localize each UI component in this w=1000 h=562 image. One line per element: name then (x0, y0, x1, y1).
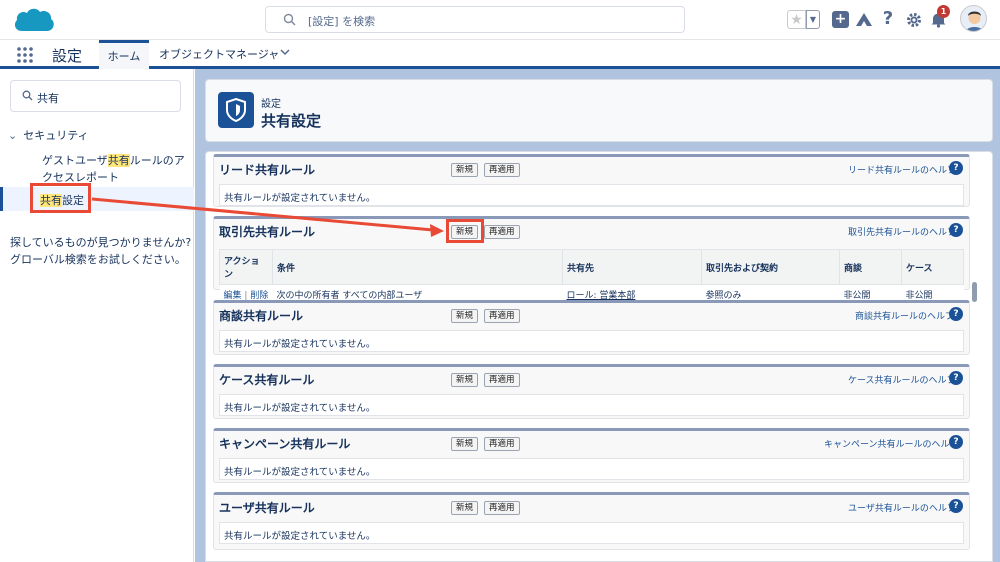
section-lead-sharing-rules: リード共有ルール 新規 再適用 リード共有ルールのヘルプ ? 共有ルールが設定さ… (213, 154, 970, 207)
section-opportunity-sharing-rules: 商談共有ルール 新規 再適用 商談共有ルールのヘルプ ? 共有ルールが設定されて… (213, 300, 970, 355)
quick-find-value: 共有 (37, 92, 59, 105)
section-title: キャンペーン共有ルール (219, 437, 351, 451)
favorites-star-icon[interactable]: ★ (787, 10, 806, 29)
reapply-button[interactable]: 再適用 (484, 437, 520, 451)
search-match-highlight: 共有 (107, 154, 130, 167)
column-header: 共有先 (562, 249, 702, 285)
search-icon (22, 90, 33, 101)
section-title: 取引先共有ルール (219, 225, 316, 239)
reapply-button[interactable]: 再適用 (484, 373, 520, 387)
chevron-down-icon: ⌄ (8, 129, 18, 142)
help-question-icon[interactable]: ? (949, 371, 963, 385)
help-question-icon[interactable]: ? (949, 161, 963, 175)
empty-message: 共有ルールが設定されていません。 (219, 330, 964, 352)
section-help-link[interactable]: キャンペーン共有ルールのヘルプ (824, 437, 959, 450)
new-button[interactable]: 新規 (451, 501, 479, 515)
setup-gear-icon[interactable] (906, 12, 922, 28)
salesforce-logo[interactable] (12, 5, 56, 35)
annotation-highlight-box (30, 183, 91, 213)
new-button[interactable]: 新規 (451, 373, 479, 387)
tab-object-manager[interactable]: オブジェクトマネージャ (159, 46, 279, 62)
table-header-row: アクション 条件 共有先 取引先および契約 商談 ケース (219, 249, 964, 285)
app-name: 設定 (52, 47, 83, 65)
help-text-line: 探しているものが見つかりませんか? (10, 236, 192, 249)
app-navigation-bar: 設定 ホーム オブジェクトマネージャ (0, 40, 1000, 69)
column-header: 条件 (272, 249, 563, 285)
tab-home[interactable]: ホーム (99, 40, 149, 69)
favorites-dropdown-icon[interactable]: ▼ (806, 10, 820, 29)
column-header: 取引先および契約 (701, 249, 840, 285)
global-header: [設定] を検索 ★ ▼ + ? 1 (0, 0, 1000, 40)
notification-badge: 1 (937, 5, 950, 18)
help-question-icon[interactable]: ? (949, 435, 963, 449)
annotation-highlight-box (446, 219, 484, 243)
section-help-link[interactable]: 取引先共有ルールのヘルプ (848, 225, 956, 238)
section-help-link[interactable]: ユーザ共有ルールのヘルプ (848, 501, 956, 514)
scrollbar-thumb[interactable] (972, 282, 977, 302)
section-account-sharing-rules: 取引先共有ルール 新規 再適用 取引先共有ルールのヘルプ ? アクション 条件 … (213, 216, 970, 305)
column-header: ケース (901, 249, 964, 285)
empty-message: 共有ルールが設定されていません。 (219, 458, 964, 480)
global-search-input[interactable]: [設定] を検索 (265, 6, 685, 33)
help-question-icon[interactable]: ? (949, 223, 963, 237)
breadcrumb[interactable]: 設定 (261, 95, 281, 110)
help-text-line: グローバル検索をお試しください。 (10, 253, 186, 266)
avatar-face-icon (965, 11, 984, 31)
reapply-button[interactable]: 再適用 (484, 309, 520, 323)
section-campaign-sharing-rules: キャンペーン共有ルール 新規 再適用 キャンペーン共有ルールのヘルプ ? 共有ル… (213, 428, 970, 483)
section-title: 商談共有ルール (219, 309, 304, 323)
help-icon[interactable]: ? (881, 8, 895, 29)
app-launcher-waffle-icon[interactable] (16, 46, 34, 64)
new-button[interactable]: 新規 (451, 437, 479, 451)
reapply-button[interactable]: 再適用 (484, 225, 520, 239)
section-title: ケース共有ルール (219, 373, 315, 387)
user-avatar[interactable] (960, 5, 987, 32)
section-case-sharing-rules: ケース共有ルール 新規 再適用 ケース共有ルールのヘルプ ? 共有ルールが設定さ… (213, 364, 970, 419)
global-actions-plus-icon[interactable]: + (832, 11, 849, 28)
setup-sidebar: 共有 ⌄ セキュリティ ゲストユーザ共有ルールのアクセスレポート 共有設定 探して… (0, 69, 194, 562)
chevron-down-icon[interactable] (280, 48, 290, 56)
page-header: 設定 共有設定 (205, 79, 993, 142)
shield-icon (218, 92, 254, 128)
section-help-link[interactable]: 商談共有ルールのヘルプ (855, 309, 954, 322)
help-question-icon[interactable]: ? (949, 307, 963, 321)
tree-section-security[interactable]: ⌄ セキュリティ (8, 127, 89, 143)
section-help-link[interactable]: リード共有ルールのヘルプ (848, 163, 956, 176)
no-results-help: 探しているものが見つかりませんか? グローバル検索をお試しください。 (10, 234, 194, 268)
reapply-button[interactable]: 再適用 (484, 501, 520, 515)
column-header: アクション (219, 249, 273, 285)
section-help-link[interactable]: ケース共有ルールのヘルプ (848, 373, 956, 386)
empty-message: 共有ルールが設定されていません。 (219, 394, 964, 416)
new-button[interactable]: 新規 (451, 309, 479, 323)
page-title: 共有設定 (261, 112, 322, 130)
section-title: リード共有ルール (219, 163, 316, 177)
section-title: ユーザ共有ルール (219, 501, 315, 515)
tree-item-text: ゲストユーザ (42, 154, 108, 167)
column-header: 商談 (839, 249, 902, 285)
reapply-button[interactable]: 再適用 (484, 163, 520, 177)
new-button[interactable]: 新規 (451, 163, 479, 177)
sharing-rules-table: アクション 条件 共有先 取引先および契約 商談 ケース 編集 | 削除 次の中… (219, 249, 964, 305)
quick-find-input[interactable]: 共有 (10, 80, 181, 112)
trailhead-icon[interactable] (855, 11, 873, 28)
empty-message: 共有ルールが設定されていません。 (219, 522, 964, 544)
search-placeholder: [設定] を検索 (308, 15, 376, 28)
section-user-sharing-rules: ユーザ共有ルール 新規 再適用 ユーザ共有ルールのヘルプ ? 共有ルールが設定さ… (213, 492, 970, 550)
help-question-icon[interactable]: ? (949, 499, 963, 513)
tree-section-label: セキュリティ (23, 129, 89, 142)
search-icon (283, 13, 296, 26)
empty-message: 共有ルールが設定されていません。 (219, 184, 964, 206)
tree-item-guest-user-sharing-report[interactable]: ゲストユーザ共有ルールのアクセスレポート (42, 152, 194, 186)
